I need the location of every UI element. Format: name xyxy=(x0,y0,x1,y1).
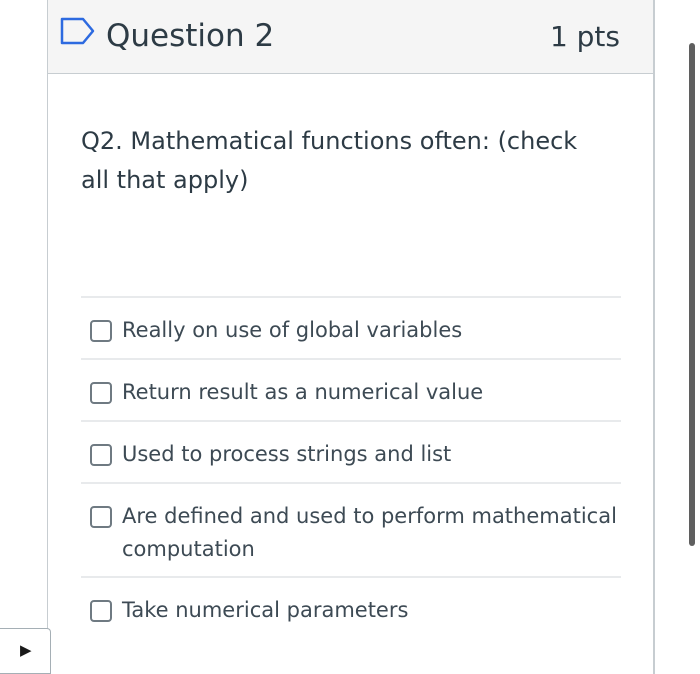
answer-checkbox[interactable] xyxy=(90,600,112,622)
answer-option[interactable]: Return result as a numerical value xyxy=(81,360,621,422)
answer-label: Return result as a numerical value xyxy=(122,380,484,404)
answer-label: Used to process strings and list xyxy=(122,442,452,466)
answer-list: Really on use of global variables Return… xyxy=(81,296,621,640)
question-points: 1 pts xyxy=(549,20,620,53)
play-triangle-icon: ▶ xyxy=(20,641,32,659)
answer-checkbox[interactable] xyxy=(90,382,112,404)
answer-option[interactable]: Take numerical parameters xyxy=(81,578,621,640)
answer-label: Take numerical parameters xyxy=(122,598,409,622)
scrollbar-thumb[interactable] xyxy=(689,43,695,546)
answer-checkbox[interactable] xyxy=(90,320,112,342)
quiz-page: Question 2 1 pts Q2. Mathematical functi… xyxy=(0,0,700,674)
sidebar-toggle-button[interactable]: ▶ xyxy=(0,628,51,674)
answer-label: Are defined and used to perform mathemat… xyxy=(122,504,617,561)
answer-option[interactable]: Really on use of global variables xyxy=(81,298,621,360)
answer-option[interactable]: Used to process strings and list xyxy=(81,422,621,484)
question-title: Question 2 xyxy=(106,18,275,54)
question-text: Q2. Mathematical functions often: (check… xyxy=(81,127,578,194)
answer-option[interactable]: Are defined and used to perform mathemat… xyxy=(81,484,621,578)
question-card: Question 2 1 pts Q2. Mathematical functi… xyxy=(47,0,655,674)
flag-bookmark-icon[interactable] xyxy=(60,16,96,46)
answer-label: Really on use of global variables xyxy=(122,318,463,342)
question-header: Question 2 1 pts xyxy=(48,0,653,74)
answer-checkbox[interactable] xyxy=(90,444,112,466)
answer-checkbox[interactable] xyxy=(90,506,112,528)
